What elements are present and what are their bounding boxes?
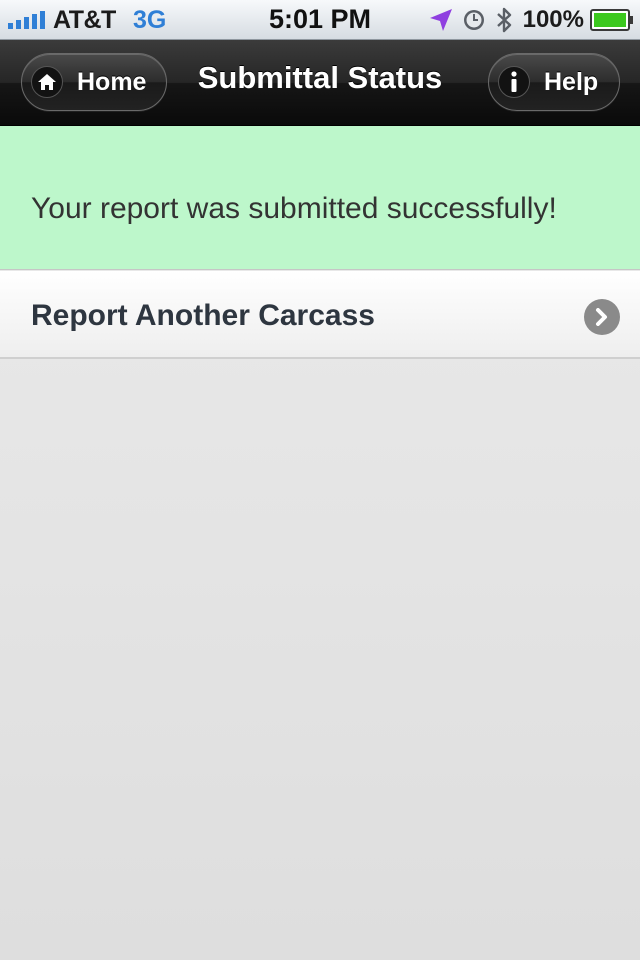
help-button-label: Help bbox=[544, 67, 599, 96]
battery-percent: 100% bbox=[522, 6, 584, 33]
status-indicators: 100% bbox=[429, 5, 634, 35]
chevron-right-icon bbox=[584, 299, 620, 335]
battery-icon bbox=[590, 9, 634, 31]
success-message-panel: Your report was submitted successfully! bbox=[0, 126, 640, 270]
location-arrow-icon bbox=[429, 8, 453, 32]
list-item-report-another-carcass[interactable]: Report Another Carcass bbox=[0, 271, 640, 359]
list-item-label: Report Another Carcass bbox=[31, 299, 375, 332]
status-bar: AT&T 3G 5:01 PM 100% bbox=[0, 0, 640, 40]
page-title: Submittal Status bbox=[197, 60, 443, 95]
home-button-label: Home bbox=[77, 67, 147, 96]
home-button[interactable]: Home bbox=[21, 53, 167, 111]
help-button[interactable]: Help bbox=[488, 53, 620, 111]
bluetooth-icon bbox=[495, 6, 513, 34]
home-icon bbox=[31, 66, 63, 98]
info-icon bbox=[498, 66, 530, 98]
clock-icon bbox=[463, 9, 485, 31]
navigation-bar: Home Submittal Status Help bbox=[0, 40, 640, 126]
success-message: Your report was submitted successfully! bbox=[31, 192, 557, 225]
